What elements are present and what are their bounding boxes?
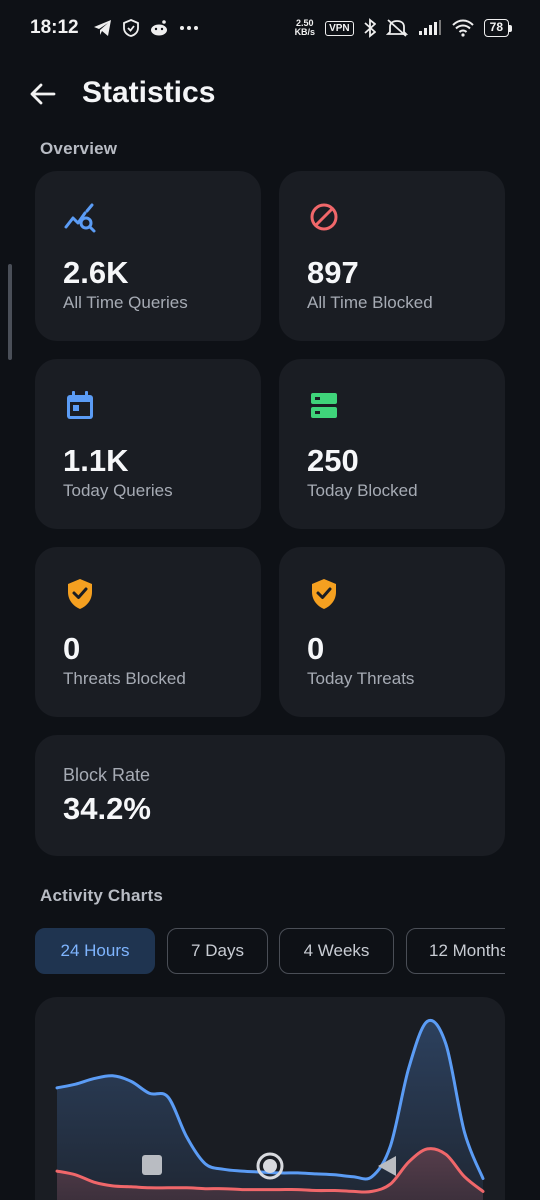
- stat-card-today-threats[interactable]: 0 Today Threats: [279, 547, 505, 717]
- stat-value: 2.6K: [63, 255, 129, 290]
- stat-card-today-blocked[interactable]: 250 Today Blocked: [279, 359, 505, 529]
- stat-card-today-queries[interactable]: 1.1K Today Queries: [35, 359, 261, 529]
- stat-value: 250: [307, 443, 359, 478]
- recent-apps-button[interactable]: [141, 1154, 163, 1176]
- block-icon: [310, 203, 338, 231]
- calendar-icon: [67, 391, 93, 419]
- reddit-icon: [150, 20, 167, 36]
- tab-7-days[interactable]: 7 Days: [167, 928, 268, 974]
- stat-value: 897: [307, 255, 359, 290]
- tab-24-hours[interactable]: 24 Hours: [35, 928, 155, 974]
- page-title: Statistics: [82, 76, 216, 109]
- status-time: 18:12: [30, 17, 79, 38]
- vpn-badge: VPN: [325, 20, 354, 36]
- stat-label: All Time Queries: [63, 293, 188, 312]
- app-bar: Statistics: [0, 66, 540, 122]
- block-rate-label: Block Rate: [63, 765, 151, 785]
- more-notifications-icon: [179, 26, 198, 30]
- stat-card-all-time-queries[interactable]: 2.6K All Time Queries: [35, 171, 261, 341]
- arrow-back-icon: [30, 83, 56, 105]
- stat-label: Today Threats: [307, 669, 415, 688]
- bluetooth-icon: [364, 18, 376, 38]
- battery-indicator: 78: [483, 19, 512, 37]
- stat-value: 1.1K: [63, 443, 129, 478]
- wifi-icon: [451, 19, 474, 37]
- chart-period-tabs: 24 Hours 7 Days 4 Weeks 12 Months: [35, 928, 505, 976]
- block-rate-card[interactable]: Block Rate 34.2%: [35, 735, 505, 856]
- stat-value: 0: [63, 631, 81, 666]
- stat-card-all-time-blocked[interactable]: 897 All Time Blocked: [279, 171, 505, 341]
- stat-label: Today Queries: [63, 481, 173, 500]
- back-button[interactable]: [26, 78, 58, 110]
- stat-label: Today Blocked: [307, 481, 418, 500]
- status-right: 2.50 KB/s VPN 78: [295, 18, 512, 38]
- stat-label: All Time Blocked: [307, 293, 433, 312]
- stat-value: 0: [307, 631, 325, 666]
- shield-check-icon: [312, 579, 336, 609]
- block-rate-value: 34.2%: [63, 791, 151, 826]
- signal-icon: [418, 20, 441, 35]
- mute-icon: [385, 19, 408, 37]
- storage-icon: [311, 393, 337, 418]
- analytics-search-icon: [64, 203, 96, 233]
- tab-12-months[interactable]: 12 Months: [406, 928, 505, 974]
- home-button[interactable]: [255, 1151, 285, 1181]
- back-nav-button[interactable]: [376, 1154, 398, 1178]
- overview-section-label: Overview: [40, 139, 118, 158]
- scrollbar[interactable]: [8, 264, 12, 360]
- network-speed: 2.50 KB/s: [294, 18, 316, 37]
- shield-status-icon: [122, 19, 139, 37]
- activity-section-label: Activity Charts: [40, 886, 163, 905]
- system-navigation-bar: [0, 1140, 540, 1200]
- telegram-icon: [93, 20, 111, 36]
- status-bar: 18:12 2.50 KB/s VPN 78: [0, 0, 540, 56]
- stat-card-threats-blocked[interactable]: 0 Threats Blocked: [35, 547, 261, 717]
- stat-label: Threats Blocked: [63, 669, 186, 688]
- tab-4-weeks[interactable]: 4 Weeks: [279, 928, 394, 974]
- shield-check-icon: [68, 579, 92, 609]
- status-left: 18:12: [30, 17, 199, 39]
